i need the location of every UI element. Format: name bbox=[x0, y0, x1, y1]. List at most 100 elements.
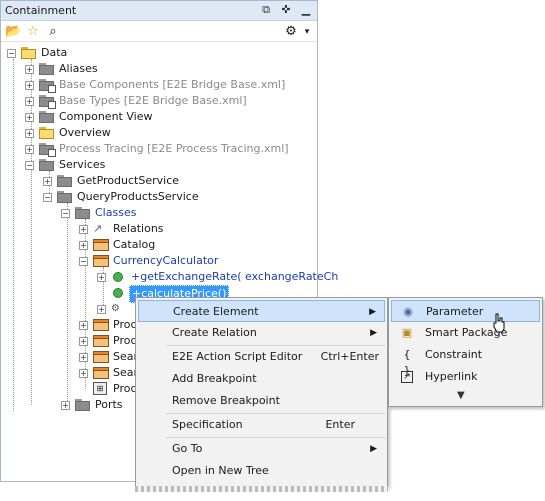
tree-item-label: Classes bbox=[95, 206, 137, 219]
panel-titlebar: Containment ⧉ ✜ ▁ bbox=[1, 1, 317, 21]
menu-item-go-to[interactable]: Go To ▶ bbox=[138, 438, 385, 460]
folder-icon bbox=[75, 399, 91, 411]
class-icon bbox=[93, 335, 109, 347]
menu-item-open-in-new-tree[interactable]: Open in New Tree bbox=[138, 460, 385, 482]
tree-item-label: Overview bbox=[59, 126, 111, 139]
menu-item-label: Go To bbox=[172, 442, 203, 455]
create-element-submenu: ◉ Parameter ▣ Smart Package { } Constrai… bbox=[388, 297, 543, 407]
gear-icon[interactable]: ⚙ bbox=[283, 24, 299, 40]
tree-item-label: +getExchangeRate( exchangeRateCh bbox=[131, 270, 339, 283]
class-icon bbox=[93, 367, 109, 379]
collapse-toggle[interactable]: − bbox=[43, 193, 52, 202]
submenu-arrow-icon: ▶ bbox=[370, 328, 377, 338]
class-icon bbox=[93, 351, 109, 363]
float-window-icon[interactable]: ⧉ bbox=[259, 3, 273, 17]
submenu-item-smart-package[interactable]: ▣ Smart Package bbox=[391, 322, 540, 344]
relations-icon: ↗ bbox=[93, 222, 103, 235]
folder-icon bbox=[39, 79, 56, 93]
link-icon: ⚙ bbox=[111, 303, 120, 314]
menu-item-create-element[interactable]: Create Element ▶ bbox=[138, 300, 385, 322]
menu-item-label: Parameter bbox=[426, 305, 484, 318]
tree-item-label: Aliases bbox=[59, 62, 98, 75]
expand-toggle[interactable]: + bbox=[79, 225, 88, 234]
menu-item-remove-breakpoint[interactable]: Remove Breakpoint bbox=[138, 390, 385, 412]
menu-item-label: Hyperlink bbox=[425, 370, 478, 383]
collapse-toggle[interactable]: − bbox=[25, 161, 34, 170]
folder-icon bbox=[39, 111, 55, 123]
tree-item-label: QueryProductsService bbox=[77, 190, 199, 203]
menu-item-e2e-action-script-editor[interactable]: E2E Action Script Editor Ctrl+Enter bbox=[138, 346, 385, 368]
panel-title: Containment bbox=[5, 4, 77, 17]
tree-item-label: Data bbox=[41, 46, 68, 59]
menu-item-create-relation[interactable]: Create Relation ▶ bbox=[138, 322, 385, 344]
submenu-arrow-icon: ▶ bbox=[369, 307, 376, 317]
folder-icon bbox=[39, 95, 56, 109]
diagram-icon: ⊞ bbox=[93, 382, 107, 395]
expand-toggle[interactable]: + bbox=[43, 177, 52, 186]
package-icon bbox=[21, 47, 37, 59]
submenu-item-constraint[interactable]: { } Constraint bbox=[391, 344, 540, 377]
menu-item-specification[interactable]: Specification Enter bbox=[138, 414, 385, 436]
expand-toggle[interactable]: + bbox=[25, 81, 34, 90]
tree-item-label: Base Types [E2E Bridge Base.xml] bbox=[59, 94, 247, 107]
tree-item-label: Catalog bbox=[113, 238, 156, 251]
tree-item-label: Proc bbox=[113, 382, 137, 395]
operation-icon bbox=[113, 288, 123, 298]
smart-package-icon: ▣ bbox=[401, 326, 413, 339]
expand-toggle[interactable]: + bbox=[79, 321, 88, 330]
scroll-down-icon[interactable]: ▼ bbox=[457, 390, 465, 401]
collapse-toggle[interactable]: − bbox=[79, 257, 88, 266]
folder-icon bbox=[39, 63, 55, 75]
submenu-item-hyperlink[interactable]: ↗ Hyperlink bbox=[391, 366, 540, 388]
menu-item-label: Constraint bbox=[425, 348, 483, 361]
folder-icon bbox=[57, 191, 73, 203]
class-icon bbox=[93, 255, 109, 267]
menu-item-label: Remove Breakpoint bbox=[172, 394, 280, 407]
expand-toggle[interactable]: + bbox=[61, 401, 70, 410]
expand-toggle[interactable]: + bbox=[25, 129, 34, 138]
expand-toggle[interactable]: + bbox=[79, 369, 88, 378]
tree-item-label: Proc bbox=[113, 318, 137, 331]
class-icon bbox=[93, 239, 109, 251]
minimize-icon[interactable]: ▁ bbox=[299, 3, 313, 17]
hand-cursor-icon bbox=[493, 313, 505, 333]
menu-item-shortcut: Ctrl+Enter bbox=[320, 350, 379, 363]
constraint-icon: { } bbox=[403, 348, 411, 377]
expand-toggle[interactable]: + bbox=[79, 241, 88, 250]
tree-item-label: CurrencyCalculator bbox=[113, 254, 219, 267]
folder-icon bbox=[75, 207, 91, 219]
expand-toggle[interactable]: + bbox=[79, 353, 88, 362]
star-icon[interactable]: ☆ bbox=[25, 24, 41, 40]
menu-item-shortcut: Enter bbox=[325, 418, 355, 431]
menu-item-label: E2E Action Script Editor bbox=[172, 350, 303, 363]
tree-item-label: Base Components [E2E Bridge Base.xml] bbox=[59, 78, 286, 91]
folder-icon bbox=[57, 175, 73, 187]
expand-toggle[interactable]: + bbox=[97, 273, 106, 282]
chevron-down-icon[interactable]: ▾ bbox=[299, 24, 315, 40]
expand-toggle[interactable]: + bbox=[25, 97, 34, 106]
menu-item-add-breakpoint[interactable]: Add Breakpoint bbox=[138, 368, 385, 390]
collapse-toggle[interactable]: − bbox=[7, 49, 16, 58]
menu-item-label: Create Element bbox=[173, 305, 259, 318]
expand-toggle[interactable]: + bbox=[25, 65, 34, 74]
expand-toggle[interactable]: + bbox=[25, 145, 34, 154]
menu-torn-edge bbox=[135, 486, 388, 492]
panel-toolbar: 📂 ☆ ⌕ ⚙ ▾ bbox=[1, 22, 317, 42]
tree-item-label: Ports bbox=[95, 398, 123, 411]
parameter-icon: ◉ bbox=[403, 305, 413, 318]
menu-item-label: Specification bbox=[172, 418, 243, 431]
pin-icon[interactable]: ✜ bbox=[279, 3, 293, 17]
class-icon bbox=[93, 319, 109, 331]
menu-item-label: Open in New Tree bbox=[172, 464, 269, 477]
folder-icon bbox=[39, 127, 55, 139]
search-icon[interactable]: ⌕ bbox=[45, 24, 61, 40]
submenu-item-parameter[interactable]: ◉ Parameter bbox=[391, 300, 540, 322]
tree-item-label: Process Tracing [E2E Process Tracing.xml… bbox=[59, 142, 289, 155]
open-folder-icon[interactable]: 📂 bbox=[5, 24, 21, 40]
expand-toggle[interactable]: + bbox=[25, 113, 34, 122]
collapse-toggle[interactable]: − bbox=[61, 209, 70, 218]
expand-toggle[interactable]: + bbox=[79, 337, 88, 346]
expand-toggle[interactable]: + bbox=[97, 305, 106, 314]
tree-item-label: Services bbox=[59, 158, 106, 171]
tree-item-label: Component View bbox=[59, 110, 153, 123]
